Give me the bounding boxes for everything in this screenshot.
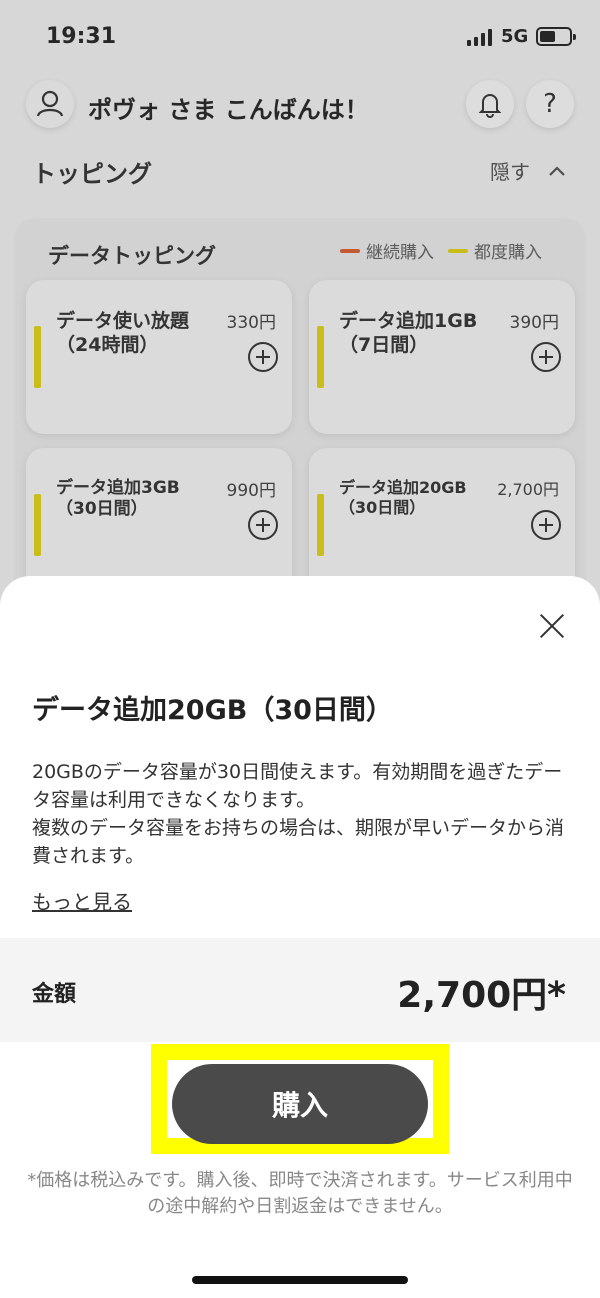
sheet-title: データ追加20GB（30日間） [32, 695, 393, 726]
close-icon[interactable] [538, 612, 566, 640]
home-indicator [192, 1276, 408, 1284]
price-value: 2,700円* [397, 975, 566, 1016]
more-link[interactable]: もっと見る [32, 886, 132, 915]
sheet-description: 20GBのデータ容量が30日間使えます。有効期間を過ぎたデータ容量は利用できなく… [32, 761, 565, 867]
price-label: 金額 [32, 982, 77, 1007]
buy-button[interactable]: 購入 [172, 1064, 428, 1144]
purchase-note: *価格は税込みです。購入後、即時で決済されます。サービス利用中の途中解約や日割返… [27, 1170, 573, 1217]
